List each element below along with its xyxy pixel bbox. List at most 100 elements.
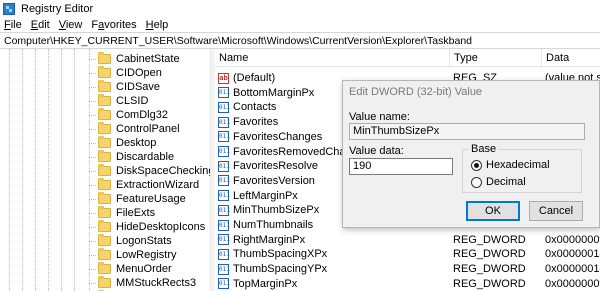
value-type-cell: REG_DWORD [453, 263, 526, 276]
value-data-input[interactable]: 190 [349, 158, 453, 175]
cancel-button[interactable]: Cancel [529, 201, 583, 221]
binary-value-icon: 011 [218, 146, 230, 157]
tree-item-label: CIDOpen [116, 67, 162, 79]
folder-icon [98, 108, 111, 120]
value-name: TopMarginPx [233, 277, 298, 290]
value-name: FavoritesResolve [233, 160, 318, 173]
hexadecimal-radio-button[interactable] [471, 159, 482, 171]
tree-item-label: CabinetState [116, 53, 180, 65]
value-name: FavoritesChanges [233, 130, 323, 143]
value-name: LeftMarginPx [233, 189, 298, 202]
tree-item-label: ComDlg32 [116, 109, 168, 121]
tree-item[interactable]: MMStuckRects3 [89, 276, 196, 290]
value-row[interactable]: 011ThumbSpacingYPxREG_DWORD0x00000014 (2… [215, 262, 600, 276]
value-name: BottomMarginPx [233, 86, 315, 99]
hexadecimal-radio[interactable]: Hexadecimal [471, 158, 550, 172]
edit-dword-dialog: Edit DWORD (32-bit) Value Value name: Mi… [342, 80, 600, 228]
decimal-radio[interactable]: Decimal [471, 175, 526, 189]
tree-guide-line [48, 49, 49, 291]
value-name-cell: 011 ThumbSpacingXPx [218, 247, 450, 261]
decimal-radio-button[interactable] [471, 176, 482, 188]
tree-item[interactable]: ComDlg32 [89, 108, 168, 122]
value-name: FavoritesVersion [233, 174, 315, 187]
string-value-icon: ab [218, 72, 229, 84]
tree-item-label: ExtractionWizard [116, 179, 200, 191]
column-header-name[interactable]: Name [215, 49, 450, 67]
tree-item[interactable]: FeatureUsage [89, 192, 186, 206]
registry-tree[interactable]: CabinetState CIDOpen CIDSave CLSID ComDlg32 C… [0, 49, 211, 291]
folder-icon [98, 206, 111, 218]
value-name: Favorites [233, 116, 279, 129]
value-name: MinThumbSizePx [233, 204, 320, 217]
menu-item[interactable]: Help [146, 19, 169, 31]
value-name: NumThumbnails [233, 219, 314, 231]
tree-item[interactable]: Discardable [89, 150, 174, 164]
menu-item[interactable]: Favorites [91, 19, 136, 31]
value-name-field[interactable]: MinThumbSizePx [349, 123, 585, 140]
address-bar[interactable]: Computer\HKEY_CURRENT_USER\Software\Micr… [0, 32, 600, 49]
menu-item[interactable]: Edit [31, 19, 50, 31]
column-header-type[interactable]: Type [450, 49, 542, 67]
folder-icon [98, 262, 111, 274]
folder-icon [98, 80, 111, 92]
dialog-title: Edit DWORD (32-bit) Value [349, 86, 483, 98]
value-name-cell: 011 TopMarginPx [218, 277, 450, 291]
base-group-label: Base [469, 143, 499, 155]
value-data-cell: 0x0000000f (15) [545, 277, 600, 290]
tree-item-label: Discardable [116, 151, 175, 163]
binary-value-icon: 011 [218, 160, 230, 172]
tree-guide-line [74, 49, 75, 291]
folder-icon [98, 52, 111, 64]
tree-item[interactable]: LogonStats [89, 234, 172, 248]
tree-item[interactable]: LowRegistry [89, 248, 177, 262]
ok-button[interactable]: OK [466, 201, 520, 221]
menu-item[interactable]: File [4, 19, 22, 31]
folder-icon [98, 150, 111, 162]
binary-value-icon: 011 [218, 87, 230, 99]
value-name: Contacts [233, 101, 277, 114]
folder-icon [98, 220, 111, 232]
value-data-cell: 0x00000014 (20) [545, 263, 600, 276]
folder-icon [98, 234, 111, 246]
value-data-cell: 0x00000014 (20) [545, 248, 600, 261]
tree-item[interactable]: DiskSpaceChecking [89, 164, 211, 178]
tree-item[interactable]: HideDesktopIcons [89, 220, 205, 234]
tree-item-label: LowRegistry [116, 249, 177, 261]
tree-item-label: CLSID [116, 95, 149, 107]
tree-item[interactable]: FileExts [89, 206, 155, 220]
folder-icon [98, 276, 111, 288]
binary-value-icon: 011 [218, 263, 230, 275]
tree-item[interactable]: CIDSave [89, 80, 160, 94]
tree-item-label: DiskSpaceChecking [116, 165, 211, 177]
tree-item-label: FileExts [116, 207, 156, 219]
binary-value-icon: 011 [218, 116, 230, 128]
value-row[interactable]: 011ThumbSpacingXPxREG_DWORD 0x00000014 (2… [215, 247, 600, 261]
title-bar: Registry Editor [0, 0, 600, 17]
folder-icon [98, 94, 111, 106]
value-name-label: Value name: [349, 111, 410, 123]
tree-guide-line [35, 49, 36, 291]
tree-item[interactable]: CLSID [89, 94, 148, 108]
column-header-data[interactable]: Data [542, 49, 600, 67]
value-name: RightMarginPx [233, 233, 306, 246]
menu-bar: File Edit View Favorites Help [0, 17, 600, 32]
tree-item-label: MenuOrder [116, 263, 172, 275]
tree-item[interactable]: CabinetState [89, 52, 180, 66]
value-row[interactable]: 011RightMarginPxREG_DWORD0x0000000f (15) [215, 233, 600, 247]
tree-item[interactable]: ControlPanel [89, 122, 180, 136]
tree-item[interactable]: MenuOrder [89, 262, 172, 276]
tree-item-label: FeatureUsage [116, 193, 186, 205]
folder-icon [98, 178, 111, 190]
tree-item-label: MMStuckRects3 [116, 277, 197, 289]
value-type-cell: REG_DWORD [453, 248, 526, 261]
folder-icon [98, 136, 111, 148]
menu-item[interactable]: View [59, 19, 83, 31]
tree-item[interactable]: CIDOpen [89, 66, 162, 80]
list-header: Name Type Data [215, 49, 600, 67]
value-row[interactable]: 011TopMarginPxREG_DWORD0x0000000f (15) [215, 277, 600, 291]
hexadecimal-label: Hexadecimal [486, 159, 550, 171]
tree-item-label: LogonStats [116, 235, 172, 247]
tree-item-label: Desktop [116, 137, 157, 149]
tree-item[interactable]: ExtractionWizard [89, 178, 199, 192]
tree-item[interactable]: Desktop [89, 136, 156, 150]
